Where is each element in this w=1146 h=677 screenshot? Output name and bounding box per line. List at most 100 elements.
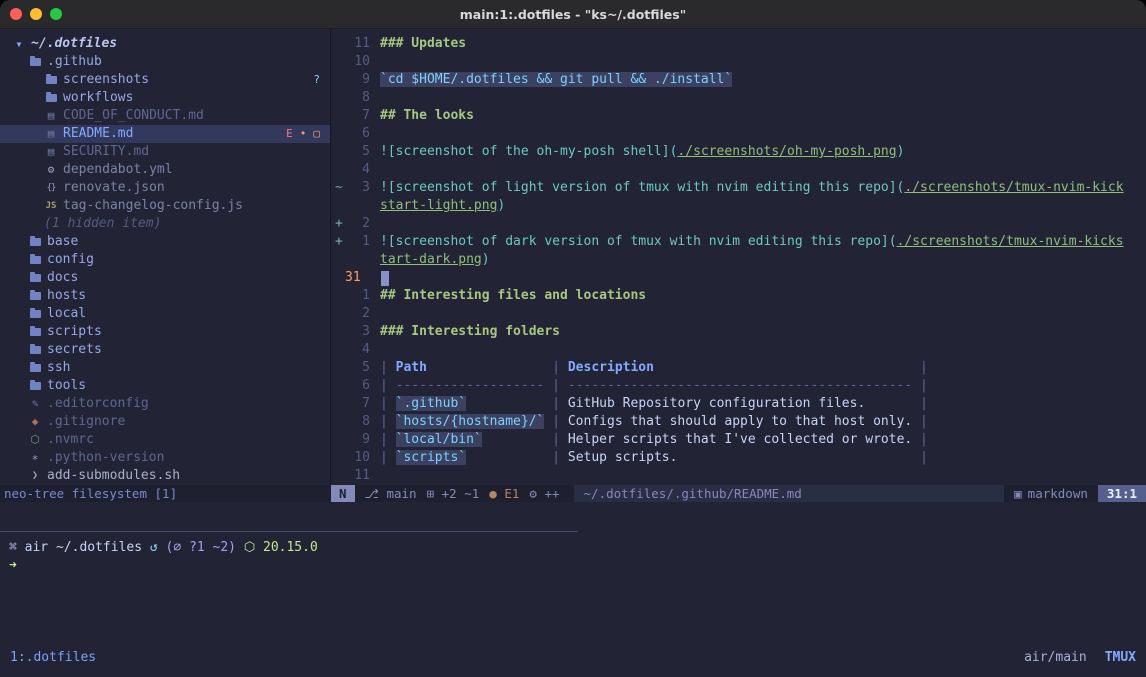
gitsign-added: +	[331, 233, 344, 251]
tree-item-tag-changelog-config-js[interactable]: JStag-changelog-config.js	[0, 197, 330, 215]
editor-line[interactable]: 6| ------------------- | ---------------…	[331, 377, 1146, 395]
tree-item-label: add-submodules.sh	[47, 467, 180, 485]
tmux-status-right: air/main TMUX	[1024, 649, 1136, 667]
line-text: ### Updates	[370, 35, 466, 53]
tree-item-label: workflows	[63, 89, 133, 107]
editor-line[interactable]: +2	[331, 215, 1146, 233]
cursor-position: 31:1	[1098, 485, 1146, 502]
editor-line[interactable]: ~3![screenshot of light version of tmux …	[331, 179, 1146, 197]
tree-item-gitignore[interactable]: ◆.gitignore	[0, 413, 330, 431]
editor-line[interactable]: 2	[331, 305, 1146, 323]
editor-line[interactable]: 1## Interesting files and locations	[331, 287, 1146, 305]
folder-icon	[28, 364, 42, 372]
editor-line[interactable]: tart-dark.png)	[331, 251, 1146, 269]
gitsign-column	[331, 413, 344, 431]
editor-line[interactable]: 3### Interesting folders	[331, 323, 1146, 341]
table-header: Path	[396, 360, 427, 375]
tree-item-tools[interactable]: tools	[0, 377, 330, 395]
gitsign-column	[331, 323, 344, 341]
gear-icon: ⚙	[529, 486, 537, 501]
editor-line[interactable]: 4	[331, 341, 1146, 359]
editor-line[interactable]: 11### Updates	[331, 35, 1146, 53]
tree-item-secrets[interactable]: secrets	[0, 341, 330, 359]
tree-item-dotfiles[interactable]: ▾~/.dotfiles	[0, 35, 330, 53]
tmux-session-label: air/main	[1024, 649, 1087, 667]
tree-item-github[interactable]: .github	[0, 53, 330, 71]
tree-item-nvmrc[interactable]: ⬡ .nvmrc	[0, 431, 330, 449]
tree-item-python-version[interactable]: ∗.python-version	[0, 449, 330, 467]
editor-line[interactable]: 5![screenshot of the oh-my-posh shell](.…	[331, 143, 1146, 161]
tree-item-security-md[interactable]: ▤SECURITY.md	[0, 143, 330, 161]
tree-item-readme-md[interactable]: ▤README.mdE•▢	[0, 125, 330, 143]
tree-item-editorconfig[interactable]: ✎.editorconfig	[0, 395, 330, 413]
editor-line[interactable]: 10| `scripts` | Setup scripts. |	[331, 449, 1146, 467]
tree-item-hosts[interactable]: hosts	[0, 287, 330, 305]
table-punct: |	[380, 360, 396, 375]
minimize-button[interactable]	[30, 8, 42, 20]
gitsign-column	[331, 125, 344, 143]
line-text: | `.github` | GitHub Repository configur…	[370, 395, 928, 413]
editor-line[interactable]: 8	[331, 89, 1146, 107]
line-text	[370, 305, 380, 323]
diff-icon: ⊞	[427, 486, 435, 501]
cursor	[381, 271, 389, 286]
tree-item-scripts[interactable]: scripts	[0, 323, 330, 341]
editor-line[interactable]: 7## The looks	[331, 107, 1146, 125]
editor-line[interactable]: 31	[331, 269, 1146, 287]
tree-item-config[interactable]: config	[0, 251, 330, 269]
tree-item-label: .nvmrc	[47, 431, 94, 449]
editor-line[interactable]: 9`cd $HOME/.dotfiles && git pull && ./in…	[331, 71, 1146, 89]
line-number: 4	[344, 341, 370, 359]
titlebar: main:1:.dotfiles - "ks~/.dotfiles"	[0, 0, 1146, 29]
line-text: ## The looks	[370, 107, 474, 125]
node-hexagon-icon: ⬡	[28, 431, 42, 449]
markdown-heading: ### Interesting folders	[380, 324, 560, 339]
table-punct: |	[912, 414, 928, 429]
tree-item-local[interactable]: local	[0, 305, 330, 323]
markdown-link-url: start-light.png	[380, 198, 497, 213]
folder-icon	[28, 310, 42, 318]
editor-line[interactable]: 9| `local/bin` | Helper scripts that I'v…	[331, 431, 1146, 449]
tree-item-1-hidden-item[interactable]: (1 hidden item)	[0, 215, 330, 233]
tree-item-docs[interactable]: docs	[0, 269, 330, 287]
editor-line[interactable]: 7| `.github` | GitHub Repository configu…	[331, 395, 1146, 413]
neotree-file-tree[interactable]: ▾~/.dotfiles.githubscreenshots?workflows…	[0, 29, 330, 485]
editor-line[interactable]: start-light.png)	[331, 197, 1146, 215]
maximize-button[interactable]	[50, 8, 62, 20]
tmux-pane-border[interactable]	[0, 531, 578, 532]
line-text	[370, 89, 380, 107]
editor-line[interactable]: 4	[331, 161, 1146, 179]
editor-line[interactable]: 10	[331, 53, 1146, 71]
tree-item-label: .github	[47, 53, 102, 71]
gitsign-column	[331, 287, 344, 305]
table-punct: |	[544, 360, 567, 375]
editor-line[interactable]: 5| Path | Description |	[331, 359, 1146, 377]
line-text	[370, 467, 380, 485]
tree-item-workflows[interactable]: workflows	[0, 89, 330, 107]
statusline: neo-tree filesystem [1] N ⎇ main ⊞ +2 ~1…	[0, 485, 1146, 502]
close-button[interactable]	[10, 8, 22, 20]
markdown-link-text: ![screenshot of dark version of tmux wit…	[380, 234, 897, 249]
tree-item-base[interactable]: base	[0, 233, 330, 251]
tree-item-add-submodules-sh[interactable]: ❯add-submodules.sh	[0, 467, 330, 485]
sync-icon: ↺	[150, 539, 166, 557]
editor-line[interactable]: 6	[331, 125, 1146, 143]
line-text: ![screenshot of dark version of tmux wit…	[370, 233, 1124, 251]
tmux-window-label[interactable]: 1:.dotfiles	[10, 649, 96, 667]
editor-line[interactable]: +1![screenshot of dark version of tmux w…	[331, 233, 1146, 251]
mode-indicator: N	[331, 485, 355, 502]
line-text	[370, 215, 380, 233]
editor-line[interactable]: 8| `hosts/{hostname}/` | Configs that sh…	[331, 413, 1146, 431]
gitsign-column	[331, 449, 344, 467]
tree-item-dependabot-yml[interactable]: ⚙dependabot.yml	[0, 161, 330, 179]
tree-item-ssh[interactable]: ssh	[0, 359, 330, 377]
tree-item-renovate-json[interactable]: {}renovate.json	[0, 179, 330, 197]
shell-prompt[interactable]: ⌘ air ~/.dotfiles ↺ (⌀ ?1 ~2) ⬡ 20.15.0	[0, 539, 1146, 557]
prompt-arrow[interactable]: ➜	[0, 557, 1146, 575]
tree-item-code-of-conduct-md[interactable]: ▤CODE_OF_CONDUCT.md	[0, 107, 330, 125]
line-text: ## Interesting files and locations	[370, 287, 646, 305]
editor-buffer[interactable]: 11### Updates109`cd $HOME/.dotfiles && g…	[331, 29, 1146, 485]
chevron-down-icon[interactable]: ▾	[12, 35, 26, 53]
tree-item-screenshots[interactable]: screenshots?	[0, 71, 330, 89]
editor-line[interactable]: 11	[331, 467, 1146, 485]
